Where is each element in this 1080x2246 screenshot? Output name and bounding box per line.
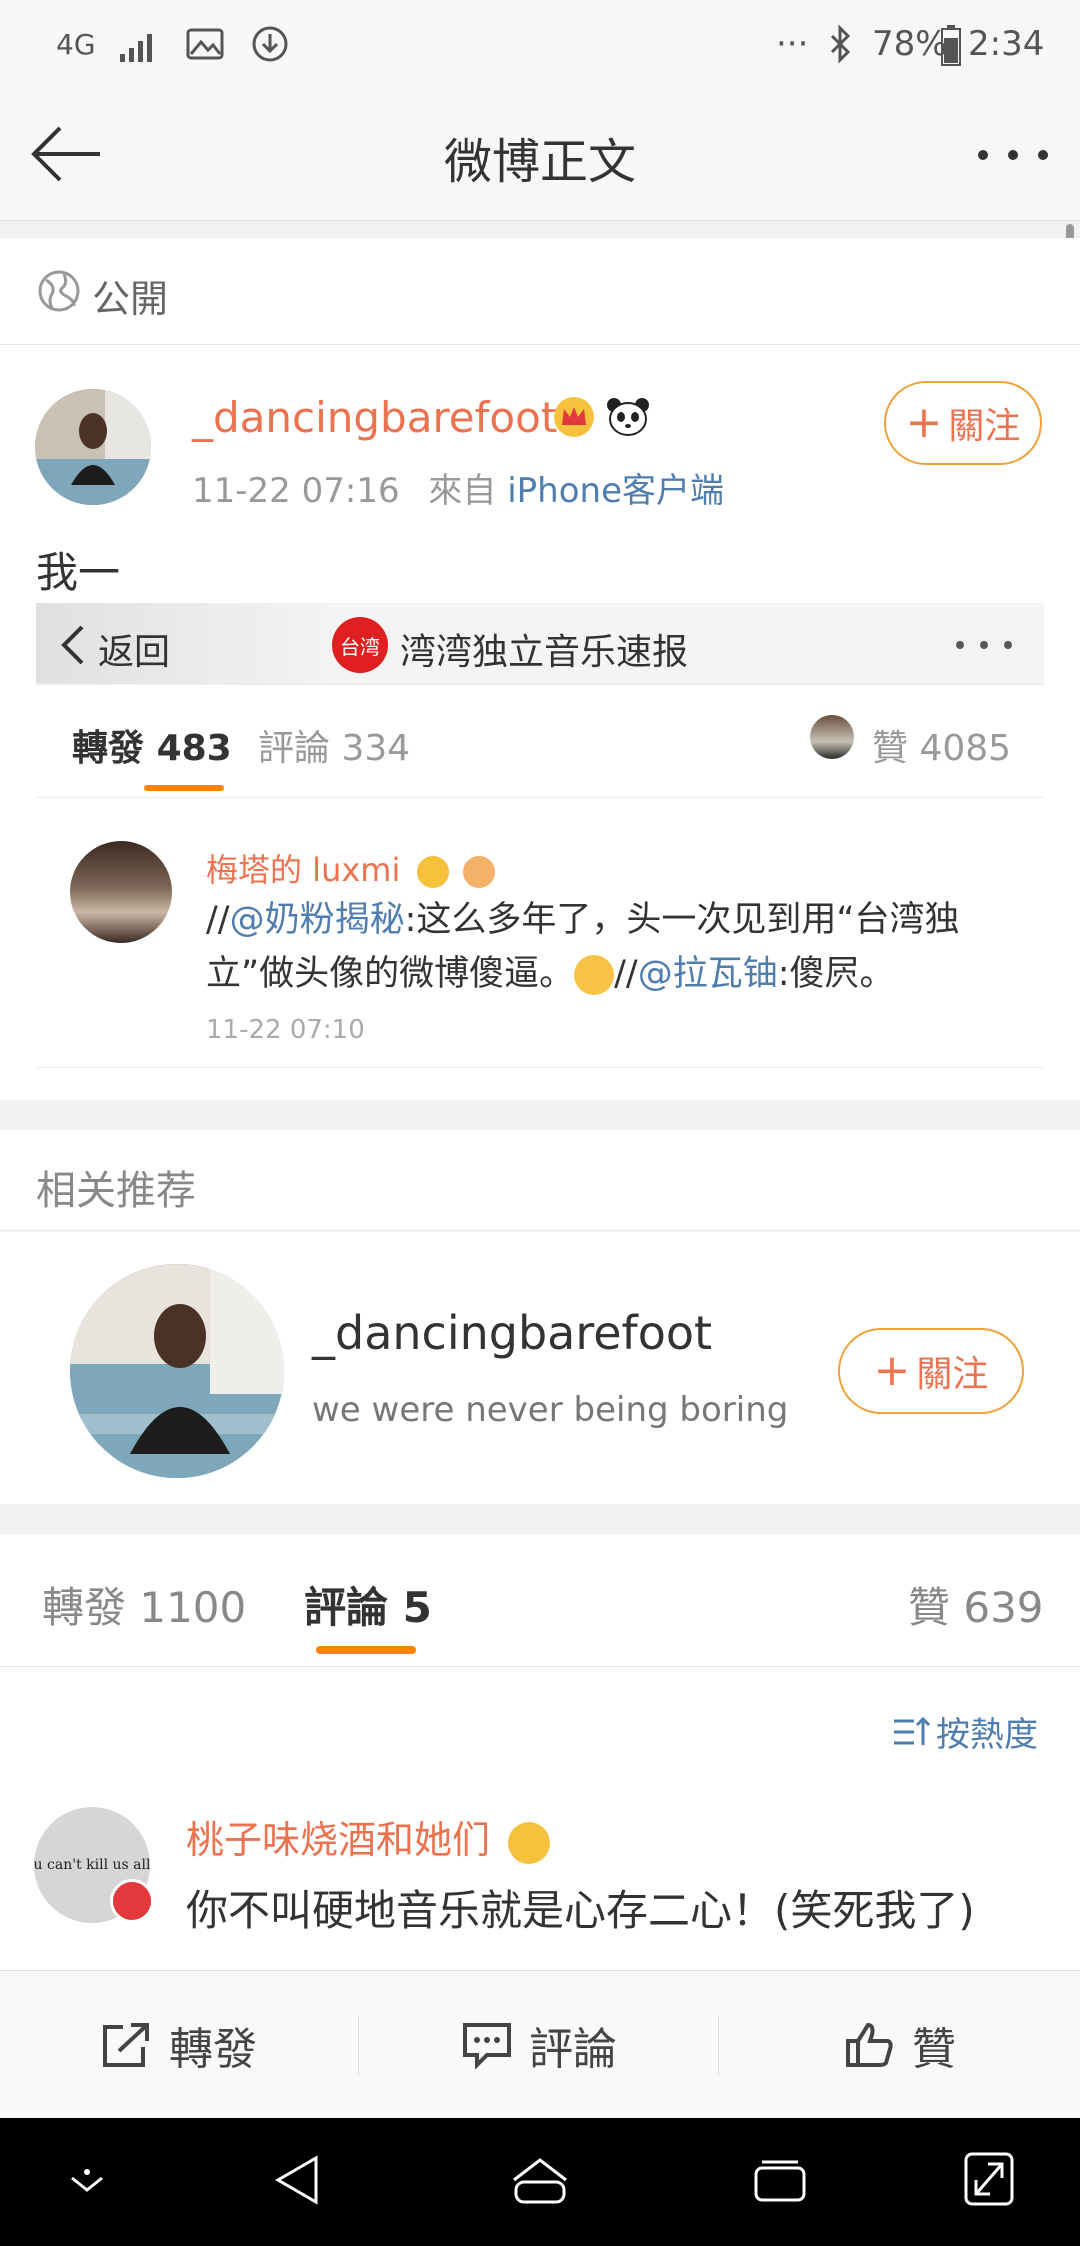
repost-avatar bbox=[70, 841, 172, 943]
comment-icon bbox=[463, 2023, 511, 2069]
vip-crown-icon bbox=[416, 856, 449, 888]
visibility-row: 公開 bbox=[0, 238, 1080, 345]
badge-icon bbox=[462, 856, 495, 888]
repost-user-row: 梅塔的 luxmi bbox=[206, 845, 495, 891]
visibility-label: 公開 bbox=[92, 277, 169, 321]
nav-home-icon[interactable] bbox=[510, 2154, 570, 2206]
vip-crown-icon bbox=[508, 1821, 551, 1864]
sort-icon bbox=[894, 1716, 930, 1745]
embedded-back-label: 返回 bbox=[98, 632, 171, 673]
recommend-bio: we were never being boring bbox=[312, 1390, 789, 1430]
stats-tabs: 轉發 1100 評論 5 贊 639 bbox=[0, 1534, 1080, 1667]
avatar[interactable] bbox=[35, 389, 151, 505]
embedded-tab-like: 贊 4085 bbox=[872, 728, 1012, 769]
recommend-avatar[interactable] bbox=[70, 1264, 284, 1478]
comment-user-row: 桃子味烧酒和她们 bbox=[186, 1809, 551, 1864]
post-time: 11-22 07:16 bbox=[192, 471, 400, 511]
account-badge-text: 台湾 bbox=[340, 634, 380, 659]
follow-label: 關注 bbox=[916, 1354, 989, 1395]
recommend-title: 相关推荐 bbox=[36, 1168, 196, 1214]
more-icon[interactable] bbox=[976, 148, 1050, 162]
post-card: _dancingbarefoot 11-22 07:16 來自 iPhone客户… bbox=[0, 345, 1080, 1100]
sort-label: 按熱度 bbox=[936, 1715, 1038, 1755]
account-avatar: 台湾 bbox=[332, 617, 388, 673]
status-dots: ··· bbox=[776, 24, 809, 64]
tab-like[interactable]: 贊 639 bbox=[908, 1574, 1044, 1635]
globe-icon bbox=[38, 270, 80, 312]
repost-username: 梅塔的 luxmi bbox=[206, 851, 401, 889]
post-source-prefix: 來自 bbox=[428, 471, 497, 511]
system-nav-bar bbox=[0, 2118, 1080, 2246]
nav-expand-icon[interactable] bbox=[962, 2150, 1016, 2208]
comment-text: 你不叫硬地音乐就是心存二心！(笑死我了) bbox=[186, 1886, 975, 1935]
bluetooth-icon bbox=[830, 24, 851, 64]
post-text: 我一 bbox=[36, 548, 121, 597]
verified-badge-icon bbox=[110, 1879, 154, 1923]
follow-button[interactable]: + 關注 bbox=[884, 381, 1042, 465]
post-username[interactable]: _dancingbarefoot bbox=[192, 393, 557, 442]
comment-username[interactable]: 桃子味烧酒和她们 bbox=[186, 1818, 490, 1862]
battery-icon bbox=[941, 25, 961, 66]
post-source[interactable]: iPhone客户端 bbox=[507, 471, 724, 511]
battery-percent: 78% bbox=[872, 24, 948, 64]
bottom-action-bar: 轉發 評論 贊 bbox=[0, 1970, 1080, 2119]
plus-icon: + bbox=[905, 397, 943, 448]
embedded-tab-comment: 評論 334 bbox=[258, 728, 411, 769]
repost-time: 11-22 07:10 bbox=[206, 1015, 365, 1045]
plus-icon: + bbox=[873, 1345, 911, 1396]
chevron-down-icon[interactable] bbox=[66, 2168, 108, 2198]
repost-button[interactable]: 轉發 bbox=[0, 1971, 358, 2119]
recommend-card[interactable]: _dancingbarefoot we were never being bor… bbox=[0, 1232, 1080, 1504]
recommend-username[interactable]: _dancingbarefoot bbox=[312, 1306, 712, 1360]
embedded-header: 返回 台湾 湾湾独立音乐速报 bbox=[36, 603, 1044, 683]
network-type: 4G bbox=[56, 28, 96, 61]
sort-button[interactable]: 按熱度 bbox=[892, 1707, 1038, 1756]
repost-text: //@奶粉揭秘:这么多年了，头一次见到用“台湾独 立”做头像的微博傻逼。//@拉… bbox=[206, 900, 960, 995]
page-title: 微博正文 bbox=[443, 134, 636, 190]
like-button[interactable]: 贊 bbox=[720, 1971, 1080, 2119]
signal-icon bbox=[120, 34, 152, 62]
nav-back-icon[interactable] bbox=[272, 2152, 322, 2208]
tab-repost[interactable]: 轉發 1100 bbox=[42, 1574, 246, 1635]
embedded-tab-repost: 轉發 483 bbox=[72, 728, 232, 769]
nav-recents-icon[interactable] bbox=[752, 2158, 808, 2206]
panda-icon bbox=[607, 398, 649, 436]
chevron-left-icon bbox=[61, 625, 84, 665]
liker-avatar bbox=[810, 715, 854, 759]
clock: 2:34 bbox=[968, 24, 1045, 64]
vip-crown-icon bbox=[554, 397, 594, 437]
recommend-header: 相关推荐 bbox=[0, 1130, 1080, 1231]
embedded-tabs: 轉發 483 評論 334 贊 4085 bbox=[36, 685, 1044, 798]
more-dots-icon bbox=[956, 641, 1012, 649]
download-icon bbox=[252, 26, 288, 62]
nav-bar: 微博正文 bbox=[0, 90, 1080, 221]
comment-avatar-text: u can't kill us all bbox=[34, 1857, 150, 1873]
comment-button[interactable]: 評論 bbox=[360, 1971, 718, 2119]
embedded-account-name: 湾湾独立音乐速报 bbox=[400, 632, 689, 673]
repost-icon bbox=[103, 2023, 149, 2067]
thumbs-up-icon bbox=[846, 2022, 893, 2067]
status-bar: 4G ··· 78% 2:34 bbox=[0, 0, 1080, 90]
tab-underline bbox=[316, 1646, 416, 1654]
tab-underline bbox=[144, 785, 224, 791]
image-icon bbox=[186, 28, 224, 60]
follow-label: 關注 bbox=[948, 406, 1021, 447]
recommend-follow-button[interactable]: + 關注 bbox=[838, 1328, 1024, 1414]
tab-comment[interactable]: 評論 5 bbox=[304, 1574, 432, 1635]
post-meta: 11-22 07:16 來自 iPhone客户端 bbox=[192, 463, 724, 512]
emoji-icon bbox=[574, 955, 615, 995]
comments-section: 按熱度 u can't kill us all 桃子味烧酒和她们 你不叫硬地音乐… bbox=[0, 1667, 1080, 1970]
